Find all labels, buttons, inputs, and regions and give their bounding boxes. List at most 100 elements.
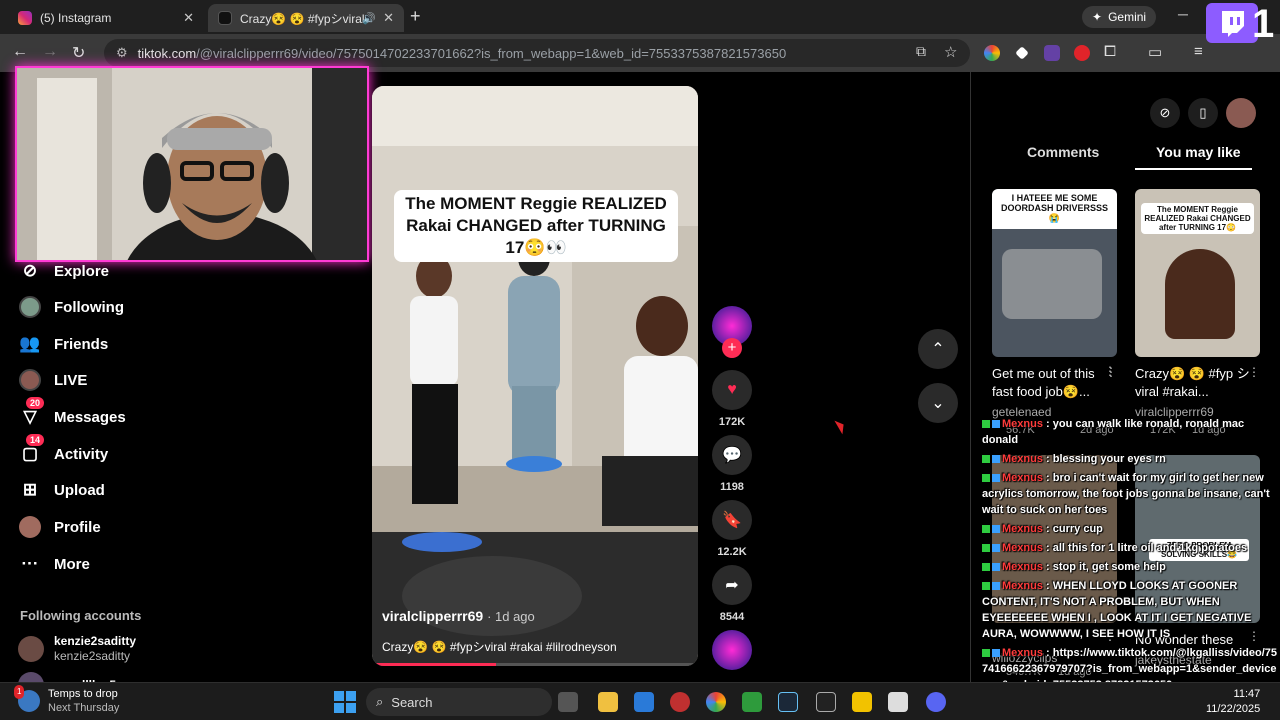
sound-disc-button[interactable] [712,630,752,670]
extension-twitch-icon[interactable] [1044,45,1060,61]
card-title[interactable]: Get me out of this fast food job😵... [992,365,1117,401]
site-info-icon[interactable]: ⚙ [116,45,128,61]
following-accounts-heading: Following accounts [20,608,142,623]
share-icon[interactable]: ➦ [712,565,752,605]
sidebar-item-upload[interactable]: ⊞ Upload [18,478,105,502]
reload-icon[interactable]: ↻ [72,43,85,63]
extensions-puzzle-icon[interactable]: ⧠ [1104,43,1116,60]
task-view-icon[interactable] [558,692,578,712]
taskbar-search[interactable]: ⌕ Search [366,688,552,716]
like-button[interactable]: ♥ 172K [712,370,752,428]
store-icon[interactable] [634,692,654,712]
card-more-icon[interactable]: ⋮ [1104,364,1116,378]
compass-small-icon[interactable]: ⊘ [1150,98,1180,128]
tab-instagram[interactable]: (5) Instagram ✕ [8,4,204,32]
card-thumbnail[interactable]: The MOMENT Reggie REALIZED Rakai CHANGED… [1135,189,1260,357]
extension-color-icon[interactable] [984,45,1000,61]
install-app-icon[interactable]: ⧉ [916,43,926,60]
person-shape [1165,249,1235,339]
sidebar-item-label: Upload [54,481,105,499]
sidebar-item-label: Activity [54,445,109,463]
chat-message: Mexnus : all this for 1 litre oil and 1k… [982,540,1280,556]
windows-start-icon[interactable] [334,691,356,713]
follow-plus-icon[interactable]: + [722,338,742,358]
taskbar-clock[interactable]: 11:47 11/22/2025 [1206,687,1260,717]
save-count: 12.2K [717,546,747,558]
tab-comments[interactable]: Comments [1027,144,1099,160]
save-button[interactable]: 🔖 12.2K [712,500,752,558]
sidebar-item-friends[interactable]: 👥 Friends [18,332,108,356]
following-icon [18,295,42,319]
discord-icon[interactable] [926,692,946,712]
comment-button[interactable]: 💬 1198 [712,435,752,493]
user-avatar[interactable] [1226,98,1256,128]
share-button[interactable]: ➦ 8544 [712,565,752,623]
progress-fill [372,663,496,666]
phone-icon[interactable]: ▯ [1188,98,1218,128]
sparkle-icon: ✦ [1092,10,1103,24]
cursor-icon [834,417,848,435]
card-thumbnail[interactable]: I HATEEE ME SOME DOORDASH DRIVERSSS😭 [992,189,1117,357]
recommended-card[interactable]: I HATEEE ME SOME DOORDASH DRIVERSSS😭 Get… [992,189,1117,419]
post-age: · 1d ago [487,609,535,624]
messages-icon: ▽ 20 [18,397,45,429]
xbox-icon[interactable] [742,692,762,712]
video-description[interactable]: Crazy😵 😵 #fypシviral #rakai #lilrodneyson [382,638,617,655]
sidebar-item-messages[interactable]: ▽ 20 Messages [18,397,126,429]
chat-username: Mexnus [1002,647,1043,659]
address-bar[interactable]: ⚙ tiktok.com /@viralclipperrr69/video/75… [104,39,970,67]
next-video-button[interactable]: ⌄ [918,383,958,423]
extension-red-icon[interactable] [1074,45,1090,61]
media-control-icon[interactable]: ≡ [1194,43,1203,60]
comment-icon[interactable]: 💬 [712,435,752,475]
chat-message: Mexnus : you can walk like ronald, ronal… [982,416,1280,448]
tab-tiktok[interactable]: Crazy😵 😵 #fypシviral #ra 🔊 ✕ [208,4,404,32]
sidebar-item-more[interactable]: ··· More [18,552,90,576]
card-more-icon[interactable]: ⋮ [1248,365,1260,379]
forward-icon[interactable]: → [42,43,58,61]
creator-avatar-button[interactable]: + [712,306,752,358]
bookmark-star-icon[interactable]: ☆ [944,43,957,61]
gemini-button[interactable]: ✦ Gemini [1082,6,1157,28]
chat-text: : stop it, get some help [1046,561,1166,573]
new-tab-button[interactable]: + [410,6,421,27]
sidebar-item-activity[interactable]: ▢ 14 Activity [18,434,109,466]
chevron-down-icon: ⌄ [931,395,945,412]
weather-title: Temps to drop [48,688,118,700]
video-progress-bar[interactable] [372,663,698,666]
previous-video-button[interactable]: ⌃ [918,329,958,369]
weather-widget[interactable]: 1 Temps to drop Next Thursday [14,685,119,715]
close-tab-icon[interactable]: ✕ [383,10,394,26]
chat-text: : all this for 1 litre oil and 1kg potat… [1046,542,1248,554]
7zip-icon[interactable] [888,692,908,712]
card-title[interactable]: Crazy😵 😵 #fyp シviral #rakai... [1135,365,1260,401]
video-author[interactable]: viralclipperrr69 · 1d ago [382,608,535,624]
chat-message: Mexnus : bro i can't wait for my girl to… [982,470,1280,518]
speaker-icon[interactable]: 🔊 [362,12,376,25]
close-tab-icon[interactable]: ✕ [183,10,194,26]
back-icon[interactable]: ← [12,43,28,61]
extension-diamond-icon[interactable] [1015,46,1029,60]
file-explorer-icon[interactable] [598,692,618,712]
rockstar-icon[interactable] [852,692,872,712]
recommended-card[interactable]: The MOMENT Reggie REALIZED Rakai CHANGED… [1135,189,1260,419]
sidebar-item-label: Friends [54,335,109,353]
sidebar-item-explore[interactable]: ⊘ Explore [18,259,109,283]
minimize-window-icon[interactable]: ─ [1178,6,1188,22]
sidebar-item-profile[interactable]: Profile [18,515,101,539]
author-name[interactable]: viralclipperrr69 [382,608,483,624]
bookmark-icon[interactable]: 🔖 [712,500,752,540]
music-disc-icon[interactable] [712,630,752,670]
tab-you-may-like[interactable]: You may like [1156,144,1241,160]
steam-icon[interactable] [778,692,798,712]
webcam-overlay [15,66,369,262]
sidebar-item-following[interactable]: Following [18,295,124,319]
sidebar-item-live[interactable]: LIVE [18,368,87,392]
sidebar-toggle-icon[interactable]: ▭ [1148,43,1162,61]
app-icon[interactable] [670,692,690,712]
epic-games-icon[interactable] [816,692,836,712]
following-account[interactable]: kenzie2saditty kenzie2saditty [18,634,136,664]
heart-icon[interactable]: ♥ [712,370,752,410]
video-player[interactable]: The MOMENT Reggie REALIZED Rakai CHANGED… [372,86,698,666]
chrome-icon[interactable] [706,692,726,712]
